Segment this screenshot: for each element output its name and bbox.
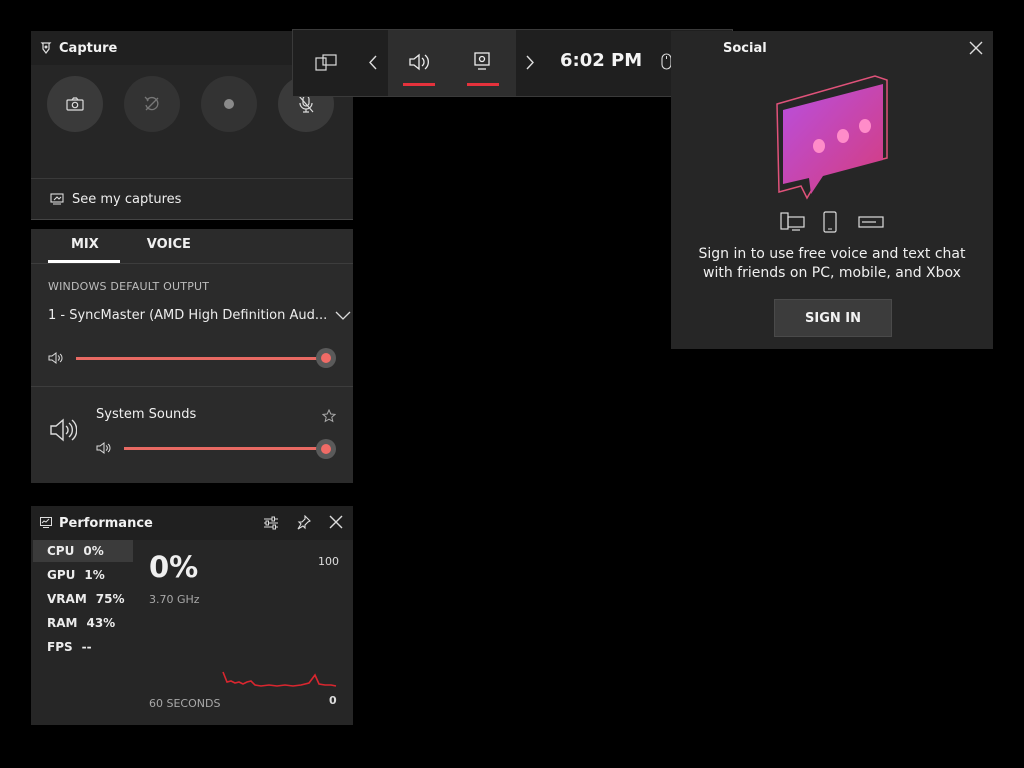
- gallery-icon: [50, 193, 64, 205]
- metric-value: 0%: [83, 544, 104, 558]
- graph-min-label: 0: [329, 694, 337, 707]
- chat-bubble-illustration: [776, 75, 888, 200]
- capture-widget-icon: [40, 42, 52, 54]
- mic-off-icon: [298, 95, 314, 113]
- speaker-icon: [49, 417, 77, 443]
- audio-widget: MIX VOICE WINDOWS DEFAULT OUTPUT 1 - Syn…: [31, 229, 353, 483]
- capture-widget-toggle-icon[interactable]: [474, 52, 490, 70]
- audio-widget-icon[interactable]: [409, 52, 431, 72]
- cpu-frequency: 3.70 GHz: [149, 593, 200, 606]
- chevron-right-icon[interactable]: [526, 55, 535, 70]
- metric-label: VRAM: [47, 592, 87, 606]
- pc-icon: [780, 212, 806, 232]
- signin-message-line2: with friends on PC, mobile, and Xbox: [703, 265, 961, 281]
- metric-label: RAM: [47, 616, 78, 630]
- record-dot-icon: [223, 98, 235, 110]
- cpu-usage-graph: [222, 671, 337, 687]
- metric-label: GPU: [47, 568, 76, 582]
- close-icon[interactable]: [329, 515, 343, 529]
- social-widget: Social Sign in to use free voice and tex…: [671, 31, 993, 349]
- close-icon[interactable]: [969, 41, 983, 55]
- metric-ram[interactable]: RAM 43%: [33, 612, 133, 634]
- social-header: Social: [671, 31, 993, 65]
- mobile-icon: [823, 211, 837, 233]
- tab-mix[interactable]: MIX: [48, 229, 120, 263]
- metric-value: 43%: [86, 616, 116, 630]
- performance-monitor-icon: [40, 517, 52, 529]
- tab-voice[interactable]: VOICE: [147, 229, 191, 263]
- options-sliders-icon[interactable]: [263, 516, 279, 530]
- social-title: Social: [723, 40, 767, 56]
- metric-fps[interactable]: FPS --: [33, 636, 133, 658]
- audio-tabs: MIX VOICE: [31, 229, 353, 264]
- system-sounds-volume-slider[interactable]: [316, 439, 336, 459]
- capture-title: Capture: [59, 40, 118, 56]
- screenshot-button[interactable]: [47, 76, 103, 132]
- output-device-dropdown[interactable]: 1 - SyncMaster (AMD High Definition Aud.…: [48, 308, 353, 323]
- output-device-value: 1 - SyncMaster (AMD High Definition Aud.…: [48, 308, 328, 323]
- pin-icon[interactable]: [296, 515, 311, 530]
- record-last-icon: [143, 95, 161, 113]
- performance-widget: Performance CPU 0% GPU 1% VRAM 75% RAM 43% F…: [31, 506, 353, 725]
- sign-in-button[interactable]: SIGN IN: [774, 299, 892, 337]
- chevron-down-icon: [335, 311, 351, 321]
- metric-value: --: [81, 640, 92, 654]
- widget-menu-icon[interactable]: [315, 53, 337, 71]
- graph-max-label: 100: [318, 555, 339, 568]
- master-volume-track: [76, 357, 326, 360]
- master-volume-icon: [48, 352, 64, 364]
- performance-header: Performance: [31, 506, 353, 540]
- clock: 6:02 PM: [560, 50, 643, 71]
- see-my-captures-label: See my captures: [72, 191, 182, 207]
- camera-icon: [66, 97, 84, 111]
- cpu-big-value: 0%: [149, 550, 199, 584]
- app-volume-icon: [96, 442, 112, 454]
- performance-title: Performance: [59, 515, 153, 531]
- metric-label: CPU: [47, 544, 75, 558]
- social-signin-message: Sign in to use free voice and text chat …: [671, 245, 993, 283]
- game-bar-toolbar: 6:02 PM: [292, 29, 733, 97]
- system-sounds-volume-track: [124, 447, 326, 450]
- favorite-star-icon[interactable]: [322, 409, 336, 423]
- start-recording-button[interactable]: [201, 76, 257, 132]
- metric-cpu[interactable]: CPU 0%: [33, 540, 133, 562]
- record-last-30s-button[interactable]: [124, 76, 180, 132]
- output-label: WINDOWS DEFAULT OUTPUT: [48, 280, 210, 293]
- metrics-list: CPU 0% GPU 1% VRAM 75% RAM 43% FPS --: [33, 540, 133, 660]
- metric-vram[interactable]: VRAM 75%: [33, 588, 133, 610]
- app-name-system-sounds: System Sounds: [96, 407, 197, 422]
- master-volume-slider[interactable]: [316, 348, 336, 368]
- metric-label: FPS: [47, 640, 73, 654]
- graph-duration-label: 60 SECONDS: [149, 697, 221, 710]
- metric-value: 75%: [95, 592, 125, 606]
- see-my-captures-link[interactable]: See my captures: [31, 178, 353, 220]
- console-icon: [858, 216, 884, 228]
- metric-gpu[interactable]: GPU 1%: [33, 564, 133, 586]
- chevron-left-icon[interactable]: [368, 55, 377, 70]
- metric-value: 1%: [84, 568, 105, 582]
- signin-message-line1: Sign in to use free voice and text chat: [698, 246, 966, 262]
